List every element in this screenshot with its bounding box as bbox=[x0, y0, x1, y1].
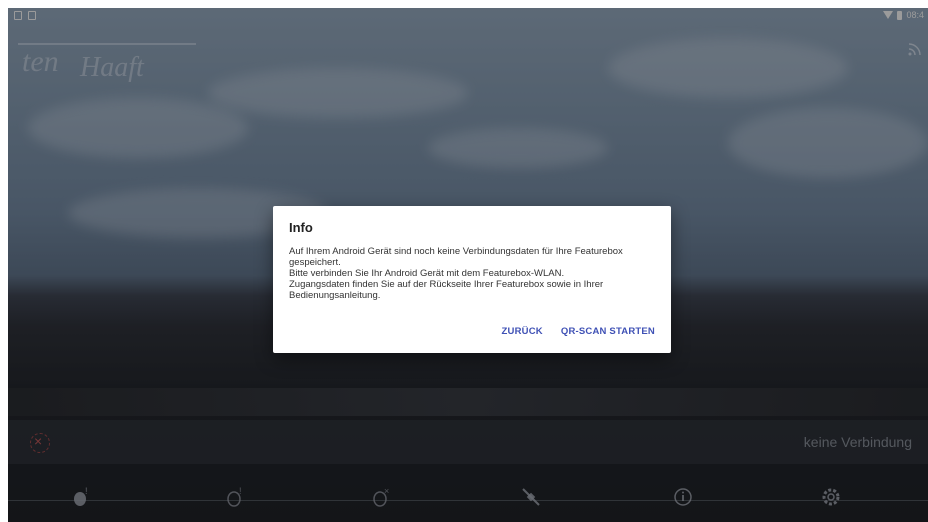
dialog-message: Auf Ihrem Android Gerät sind noch keine … bbox=[289, 246, 623, 301]
info-dialog: Info Auf Ihrem Android Gerät sind noch k… bbox=[273, 206, 671, 353]
back-button[interactable]: ZURÜCK bbox=[502, 326, 543, 337]
dialog-title: Info bbox=[289, 220, 313, 235]
qr-scan-button[interactable]: QR-SCAN STARTEN bbox=[561, 326, 655, 337]
